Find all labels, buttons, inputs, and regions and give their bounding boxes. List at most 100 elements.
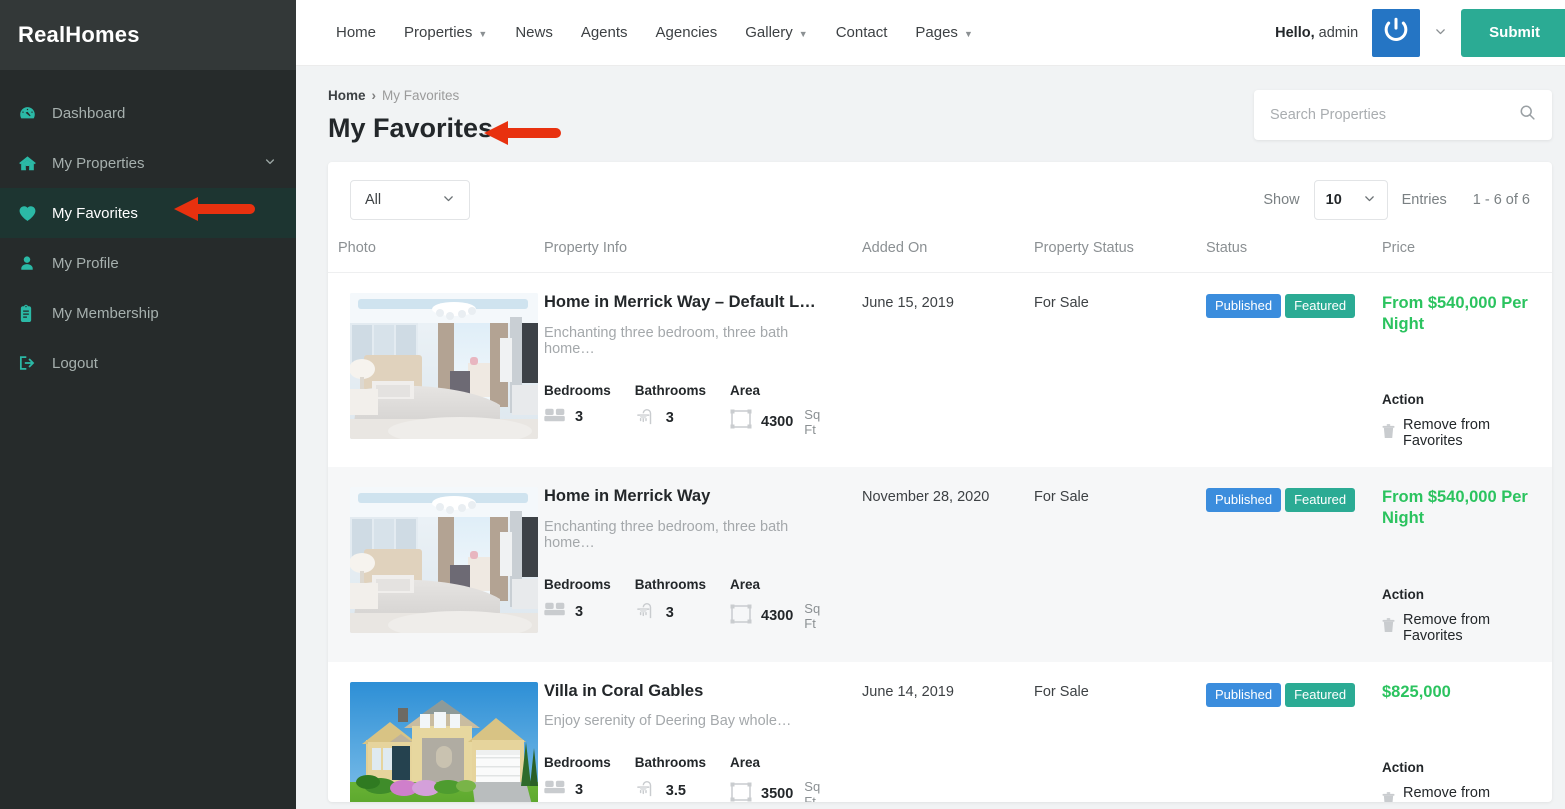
sidebar-item-my-profile[interactable]: My Profile <box>0 238 296 288</box>
sidebar-item-my-membership[interactable]: My Membership <box>0 288 296 338</box>
property-title[interactable]: Villa in Coral Gables <box>544 682 842 702</box>
filter-select[interactable]: All <box>350 180 470 220</box>
property-specs: Bedrooms 3 <box>544 755 842 802</box>
spec-value: 3 <box>665 604 674 621</box>
status-badges: Published Featured <box>1206 487 1362 513</box>
spec-label: Bedrooms <box>544 755 611 771</box>
sidebar-item-my-favorites[interactable]: My Favorites <box>0 188 296 238</box>
sidebar-item-logout[interactable]: Logout <box>0 338 296 388</box>
sidebar-item-label: My Properties <box>52 154 145 172</box>
status-badge-featured: Featured <box>1285 294 1356 318</box>
spec-label: Bathrooms <box>634 382 707 398</box>
column-header-property-status: Property Status <box>1024 234 1196 273</box>
action-label: Action <box>1382 586 1424 602</box>
breadcrumb-home-link[interactable]: Home <box>328 88 366 103</box>
spec-bedrooms: Bedrooms 3 <box>544 577 611 631</box>
property-price: From $540,000 Per Night <box>1382 488 1528 527</box>
chevron-down-icon[interactable] <box>1434 25 1447 41</box>
column-header-photo: Photo <box>328 234 534 273</box>
property-title[interactable]: Home in Merrick Way – Default L… <box>544 293 842 313</box>
nav-link-gallery[interactable]: Gallery ▼ <box>731 24 821 41</box>
bed-icon <box>544 779 566 800</box>
chevron-down-icon <box>1363 192 1376 208</box>
column-header-property-info: Property Info <box>534 234 852 273</box>
table-row[interactable]: Home in Merrick Way – Default L… Enchant… <box>328 273 1552 468</box>
spec-bedrooms: Bedrooms 3 <box>544 383 611 437</box>
action-label: Action <box>1382 760 1424 776</box>
search-icon[interactable] <box>1519 104 1536 126</box>
chevron-down-icon[interactable] <box>264 155 276 172</box>
nav-link-label: Gallery <box>745 24 793 41</box>
nav-link-pages[interactable]: Pages ▼ <box>901 24 986 41</box>
sidebar-item-label: Logout <box>52 354 98 372</box>
row-action: Action Remove from Favorites <box>1382 392 1542 449</box>
panel-toolbar: All Show 10 Entries 1 - 6 of 6 <box>328 162 1552 234</box>
remove-from-favorites-button[interactable]: Remove from Favorites <box>1382 612 1542 644</box>
table-row[interactable]: Home in Merrick Way Enchanting three bed… <box>328 467 1552 662</box>
spec-area: Area 4300 Sq Ft <box>730 383 820 437</box>
sidebar-item-dashboard[interactable]: Dashboard <box>0 88 296 138</box>
filter-select-value: All <box>365 192 382 208</box>
nav-link-home[interactable]: Home <box>322 24 390 41</box>
spec-label: Area <box>730 382 761 398</box>
cell-property-info: Home in Merrick Way – Default L… Enchant… <box>534 273 852 468</box>
chevron-down-icon: ▼ <box>798 28 808 39</box>
top-nav-links: Home Properties ▼ News Agents Agencies Ga… <box>322 24 987 41</box>
property-excerpt: Enjoy serenity of Deering Bay whole… <box>544 713 792 730</box>
property-thumbnail-house[interactable] <box>350 681 538 802</box>
nav-link-contact[interactable]: Contact <box>822 24 902 41</box>
cell-price: From $540,000 Per Night Action Remove fr… <box>1372 273 1552 468</box>
cell-property-status: For Sale <box>1024 273 1196 468</box>
submit-button[interactable]: Submit <box>1461 8 1565 57</box>
heart-icon <box>18 204 46 222</box>
spec-value: 4300 <box>761 608 794 625</box>
sidebar-item-label: Dashboard <box>52 104 126 122</box>
remove-from-favorites-button[interactable]: Remove from Favorites <box>1382 785 1542 802</box>
cell-property-status: For Sale <box>1024 467 1196 662</box>
shower-icon <box>635 779 657 802</box>
cell-photo <box>328 273 538 468</box>
cell-property-info: Villa in Coral Gables Enjoy serenity of … <box>534 662 852 803</box>
nav-link-agencies[interactable]: Agencies <box>642 24 732 41</box>
page-title: My Favorites <box>328 113 494 143</box>
nav-link-news[interactable]: News <box>501 24 567 41</box>
status-badge-published: Published <box>1206 488 1282 513</box>
chevron-down-icon <box>442 192 455 208</box>
cell-property-status: For Sale <box>1024 662 1196 803</box>
spec-label: Area <box>730 755 761 771</box>
main-area: Home Properties ▼ News Agents Agencies Ga… <box>296 0 1565 809</box>
property-thumbnail-bedroom[interactable] <box>350 293 538 439</box>
nav-link-properties[interactable]: Properties ▼ <box>390 24 501 41</box>
spec-value: 4300 <box>761 413 794 430</box>
cell-photo <box>328 467 538 662</box>
avatar[interactable] <box>1372 8 1421 57</box>
property-thumbnail-bedroom[interactable] <box>350 487 538 634</box>
status-badge-published: Published <box>1206 682 1282 707</box>
sidebar-item-my-properties[interactable]: My Properties <box>0 138 296 188</box>
property-status-value: For Sale <box>1034 295 1089 311</box>
remove-from-favorites-button[interactable]: Remove from Favorites <box>1382 417 1542 449</box>
cell-status: Published Featured <box>1196 273 1372 468</box>
breadcrumb-current: My Favorites <box>382 88 460 103</box>
nav-link-agents[interactable]: Agents <box>567 24 642 41</box>
cell-price: $825,000 Action Remove from Favorites <box>1372 662 1552 802</box>
area-icon <box>730 782 752 802</box>
brand-name: RealHomes <box>18 22 140 47</box>
page-size-select[interactable]: 10 <box>1313 180 1388 220</box>
property-title[interactable]: Home in Merrick Way <box>544 487 842 507</box>
trash-icon <box>1382 618 1395 637</box>
table-body: Home in Merrick Way – Default L… Enchant… <box>328 273 1552 803</box>
spec-label: Bedrooms <box>544 382 611 398</box>
table-row[interactable]: Villa in Coral Gables Enjoy serenity of … <box>328 662 1552 803</box>
brand-logo[interactable]: RealHomes <box>0 0 296 70</box>
status-badge-published: Published <box>1206 294 1282 318</box>
shower-icon <box>635 407 657 430</box>
bed-icon <box>544 601 566 622</box>
search-properties-box[interactable] <box>1254 90 1552 140</box>
remove-from-favorites-label: Remove from Favorites <box>1403 611 1491 644</box>
spec-value: 3 <box>575 409 584 426</box>
search-input[interactable] <box>1270 107 1519 123</box>
dashboard-icon <box>18 104 46 123</box>
table-header-row: Photo Property Info Added On Property St… <box>328 234 1552 273</box>
spec-unit: Sq Ft <box>804 779 821 802</box>
